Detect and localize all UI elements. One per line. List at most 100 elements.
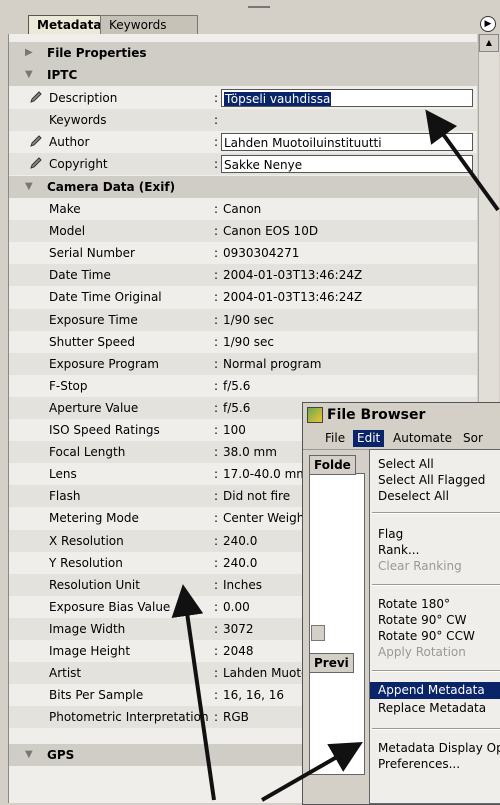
exif-colon: : <box>214 666 219 681</box>
exif-value: 2004-01-03T13:46:24Z <box>223 268 363 283</box>
section-camera-data[interactable]: ▼ Camera Data (Exif) <box>9 176 477 198</box>
exif-label: Model <box>49 224 86 239</box>
exif-row: F-Stop: f/5.6 <box>9 375 477 397</box>
menu-edit[interactable]: Edit <box>353 430 385 447</box>
scroll-up-arrow-icon[interactable]: ▲ <box>479 34 499 52</box>
exif-value: 2048 <box>223 644 254 658</box>
menu-separator <box>372 670 500 672</box>
menu-item-append-metadata[interactable]: Append Metadata <box>370 682 500 699</box>
tab-folders[interactable]: Folde <box>309 455 356 475</box>
menu-item-rotate-180[interactable]: Rotate 180° <box>370 596 500 613</box>
exif-row: Serial Number:0930304271 <box>9 242 477 264</box>
exif-label: Image Width <box>49 621 126 636</box>
exif-label: Flash <box>49 489 81 504</box>
iptc-row-keywords: Keywords : <box>9 109 477 131</box>
menu-item-preferences[interactable]: Preferences... <box>370 756 500 773</box>
exif-colon: : <box>214 224 219 239</box>
file-browser-window: File Browser File Edit Automate Sor Fold… <box>302 402 500 805</box>
exif-label: Artist <box>49 666 82 681</box>
exif-label: Photometric Interpretation <box>49 710 209 725</box>
exif-colon: : <box>214 356 219 371</box>
expanded-triangle-icon[interactable]: ▼ <box>25 176 33 198</box>
exif-value: 1/90 sec <box>223 312 274 327</box>
exif-colon: : <box>214 599 219 614</box>
description-value[interactable]: Töpseli vauhdissa <box>224 92 332 106</box>
menu-item-clear-ranking: Clear Ranking <box>378 559 462 573</box>
triangle-menu-icon[interactable]: ▶ <box>480 16 496 32</box>
exif-value: RGB <box>223 710 249 725</box>
menu-separator <box>372 728 500 730</box>
pane-scroll-left-icon[interactable] <box>311 625 325 641</box>
menu-sort[interactable]: Sor <box>459 430 487 447</box>
exif-label: Date Time <box>49 268 111 283</box>
exif-label: ISO Speed Ratings <box>49 423 160 437</box>
exif-row: Shutter Speed:1/90 sec <box>9 331 477 353</box>
exif-label: Exposure Time <box>49 312 138 327</box>
copyright-field[interactable]: Sakke Nenye <box>221 155 473 173</box>
exif-colon: : <box>214 202 219 216</box>
panel-grip[interactable] <box>248 6 270 8</box>
file-browser-titlebar[interactable]: File Browser <box>303 403 500 427</box>
exif-colon: : <box>214 555 219 570</box>
menu-separator <box>372 584 500 586</box>
menu-automate[interactable]: Automate <box>389 430 456 447</box>
menu-item-flag[interactable]: Flag <box>370 526 500 543</box>
tab-preview[interactable]: Previ <box>309 653 354 673</box>
exif-colon: : <box>214 445 219 460</box>
menu-item-select-all[interactable]: Select All <box>370 456 500 473</box>
exif-label: Exposure Bias Value <box>49 599 171 614</box>
exif-value: Canon <box>223 202 262 216</box>
exif-colon: : <box>214 688 219 703</box>
exif-value: 0.00 <box>223 599 250 614</box>
exif-colon: : <box>214 312 219 327</box>
pencil-icon <box>30 157 42 169</box>
tab-keywords[interactable]: Keywords <box>100 15 198 34</box>
section-iptc[interactable]: ▼ IPTC <box>9 64 477 86</box>
menu-item-select-all-flagged[interactable]: Select All Flagged <box>370 472 500 489</box>
exif-colon: : <box>214 511 219 526</box>
edit-menu-dropdown: Select All Select All Flagged Deselect A… <box>369 449 500 804</box>
author-field[interactable]: Lahden Muotoiluinstituutti <box>221 133 473 151</box>
menu-item-rotate-90-cw[interactable]: Rotate 90° CW <box>370 612 500 629</box>
exif-value: 240.0 <box>223 555 258 570</box>
menu-separator <box>372 512 500 514</box>
exif-colon: : <box>214 467 219 482</box>
menu-file[interactable]: File <box>321 430 349 447</box>
exif-colon: : <box>214 489 219 504</box>
exif-label: Make <box>49 202 81 216</box>
menu-item-replace-metadata[interactable]: Replace Metadata <box>370 700 500 717</box>
exif-colon: : <box>214 268 219 283</box>
collapsed-triangle-icon[interactable]: ▶ <box>25 42 33 64</box>
exif-colon: : <box>214 710 219 725</box>
exif-row: Model: Canon EOS 10D <box>9 220 477 243</box>
exif-label: Metering Mode <box>49 511 139 526</box>
iptc-row-description: Description : Töpseli vauhdissa <box>9 87 477 109</box>
exif-value: Did not fire <box>223 489 291 504</box>
exif-value: 1/90 sec <box>223 334 274 349</box>
menu-item-rank[interactable]: Rank... <box>370 542 500 559</box>
exif-colon: : <box>214 334 219 349</box>
exif-value: Inches <box>223 577 262 592</box>
menu-item-rotate-90-ccw[interactable]: Rotate 90° CCW <box>370 628 500 645</box>
exif-row: Make: Canon <box>9 198 477 220</box>
expanded-triangle-icon[interactable]: ▼ <box>25 744 33 766</box>
folders-pane[interactable] <box>309 473 365 775</box>
exif-label: Image Height <box>49 644 131 658</box>
exif-colon: : <box>214 246 219 261</box>
iptc-row-author: Author : Lahden Muotoiluinstituutti <box>9 131 477 153</box>
exif-value: 38.0 mm <box>223 445 277 460</box>
expanded-triangle-icon[interactable]: ▼ <box>25 64 33 86</box>
menu-item-deselect-all[interactable]: Deselect All <box>370 488 500 505</box>
exif-colon: : <box>214 577 219 592</box>
description-field[interactable]: Töpseli vauhdissa <box>221 89 473 107</box>
exif-colon: : <box>214 378 219 393</box>
exif-label: Shutter Speed <box>49 334 135 349</box>
exif-row: Date Time:2004-01-03T13:46:24Z <box>9 264 477 287</box>
section-file-properties[interactable]: ▶ File Properties <box>9 42 477 64</box>
exif-value: 2004-01-03T13:46:24Z <box>223 290 363 305</box>
exif-label: Resolution Unit <box>49 577 140 592</box>
file-browser-app-icon <box>307 407 323 423</box>
menu-item-metadata-display-options[interactable]: Metadata Display Op <box>370 740 500 757</box>
exif-value: f/5.6 <box>223 378 251 393</box>
exif-value: Canon EOS 10D <box>223 224 319 239</box>
